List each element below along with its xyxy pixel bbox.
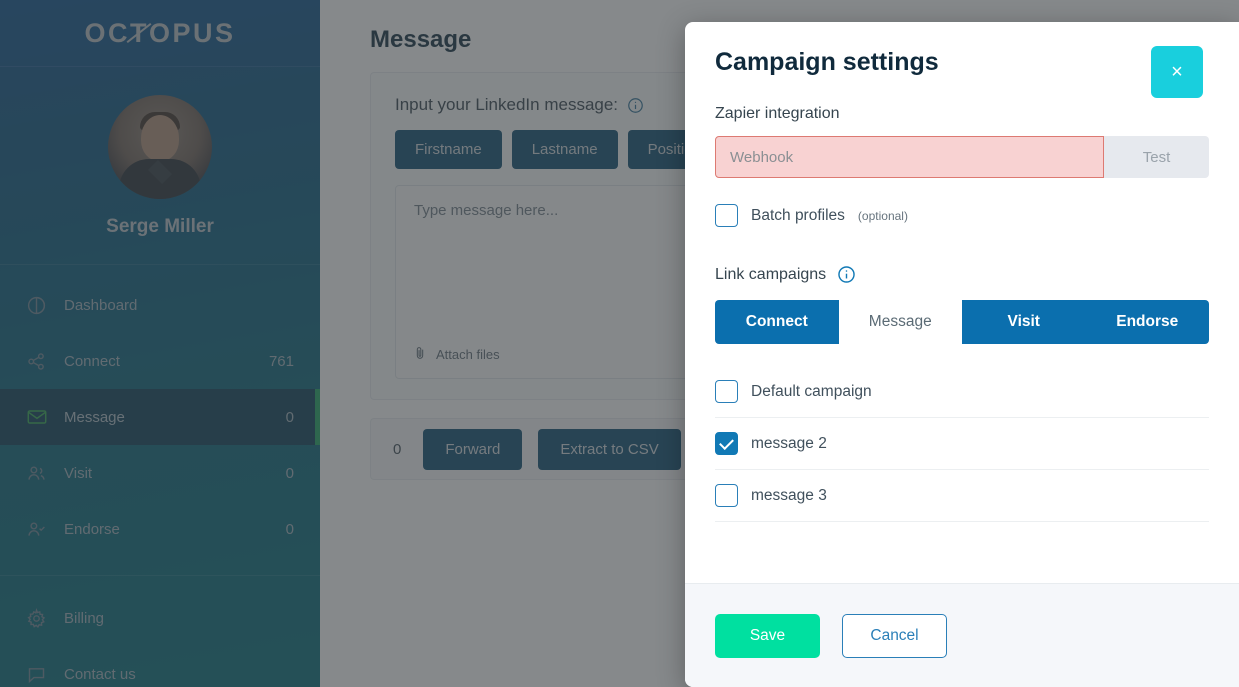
list-item[interactable]: Default campaign bbox=[715, 366, 1209, 418]
link-campaigns-header: Link campaigns bbox=[715, 265, 1209, 284]
info-icon[interactable] bbox=[837, 265, 856, 284]
campaign-label: message 2 bbox=[751, 434, 827, 452]
zapier-integration-label: Zapier integration bbox=[715, 105, 840, 122]
batch-profiles-optional: (optional) bbox=[857, 208, 908, 223]
campaign-type-tabs: Connect Message Visit Endorse bbox=[715, 300, 1209, 344]
list-item[interactable]: message 3 bbox=[715, 470, 1209, 522]
tab-connect[interactable]: Connect bbox=[715, 300, 839, 344]
modal-title: Campaign settings bbox=[715, 48, 939, 76]
save-button[interactable]: Save bbox=[715, 613, 820, 658]
webhook-input[interactable] bbox=[715, 136, 1104, 178]
app-root: OCTOPUS Serge Miller Dashboard Conn bbox=[0, 0, 1239, 687]
batch-profiles-label: Batch profiles bbox=[751, 206, 845, 224]
cancel-button[interactable]: Cancel bbox=[842, 613, 947, 658]
tab-message[interactable]: Message bbox=[838, 300, 962, 344]
campaign-label: message 3 bbox=[751, 486, 827, 504]
campaign-checkbox-default-campaign[interactable] bbox=[715, 380, 738, 403]
tab-visit[interactable]: Visit bbox=[962, 300, 1086, 344]
campaign-settings-modal: × Campaign settings Zapier integration T… bbox=[685, 22, 1239, 687]
campaign-list: Default campaign message 2 message 3 bbox=[715, 366, 1209, 522]
campaign-checkbox-message-2[interactable] bbox=[715, 432, 738, 455]
modal-body: × Campaign settings Zapier integration T… bbox=[685, 22, 1239, 583]
batch-profiles-row[interactable]: Batch profiles (optional) bbox=[715, 204, 1209, 227]
list-item[interactable]: message 2 bbox=[715, 418, 1209, 470]
tab-endorse[interactable]: Endorse bbox=[1086, 300, 1210, 344]
close-icon[interactable]: × bbox=[1151, 46, 1203, 98]
campaign-checkbox-message-3[interactable] bbox=[715, 484, 738, 507]
link-campaigns-label: Link campaigns bbox=[715, 265, 827, 283]
campaign-label: Default campaign bbox=[751, 382, 872, 400]
modal-footer: Save Cancel bbox=[685, 583, 1239, 687]
batch-profiles-checkbox[interactable] bbox=[715, 204, 738, 227]
test-webhook-button[interactable]: Test bbox=[1104, 136, 1209, 178]
webhook-row: Test bbox=[715, 136, 1209, 178]
